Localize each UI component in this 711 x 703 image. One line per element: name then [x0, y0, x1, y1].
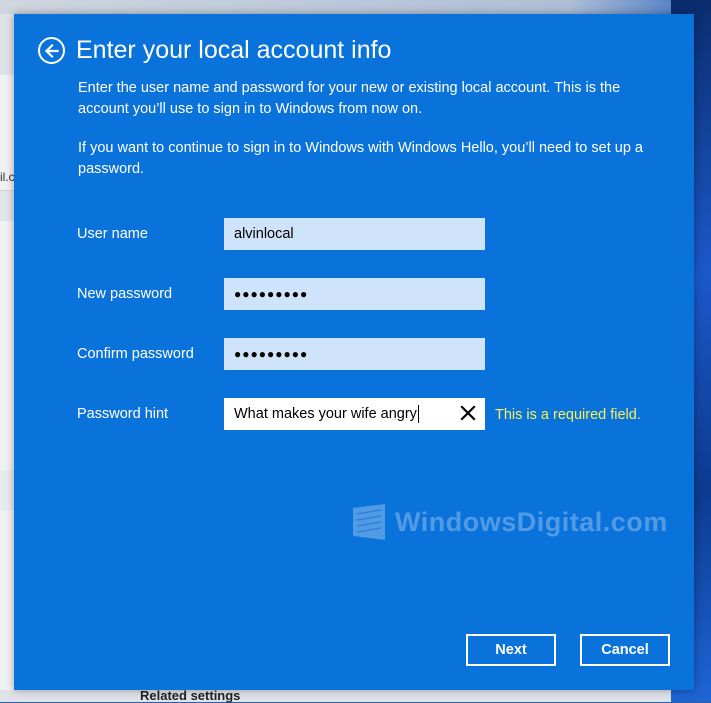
username-label: User name [77, 226, 148, 242]
back-button[interactable] [38, 37, 65, 64]
password-hint-value: What makes your wife angry [234, 406, 417, 422]
background-email-text: il.c [0, 170, 15, 184]
password-hint-field[interactable]: What makes your wife angry [224, 398, 485, 430]
required-field-error: This is a required field. [495, 407, 641, 423]
background-panel-divider [0, 190, 14, 221]
confirm-password-field[interactable]: ●●●●●●●●● [224, 338, 485, 370]
local-account-dialog: Enter your local account info Enter the … [14, 14, 694, 690]
background-panel [0, 75, 14, 690]
description-windows-hello: If you want to continue to sign in to Wi… [78, 140, 643, 177]
text-caret [417, 405, 419, 423]
new-password-value: ●●●●●●●●● [234, 287, 309, 301]
dialog-title: Enter your local account info [76, 36, 392, 64]
back-arrow-icon [44, 43, 59, 58]
username-value: alvinlocal [234, 226, 294, 242]
windows-logo-icon [353, 504, 385, 540]
background-top-strip [0, 0, 711, 14]
close-icon [460, 405, 476, 421]
cancel-button[interactable]: Cancel [580, 634, 670, 666]
new-password-field[interactable]: ●●●●●●●●● [224, 278, 485, 310]
background-panel-divider [0, 470, 14, 510]
username-field[interactable]: alvinlocal [224, 218, 485, 250]
watermark-text: WindowsDigital.com [395, 506, 668, 537]
password-hint-label: Password hint [77, 406, 169, 422]
confirm-password-value: ●●●●●●●●● [234, 347, 309, 361]
next-button[interactable]: Next [466, 634, 556, 666]
description-account: Enter the user name and password for you… [78, 80, 621, 117]
watermark: WindowsDigital.com [351, 504, 668, 540]
related-settings-heading: Related settings [140, 688, 241, 703]
new-password-label: New password [77, 286, 173, 302]
clear-hint-button[interactable] [459, 404, 477, 422]
confirm-password-label: Confirm password [77, 346, 194, 362]
